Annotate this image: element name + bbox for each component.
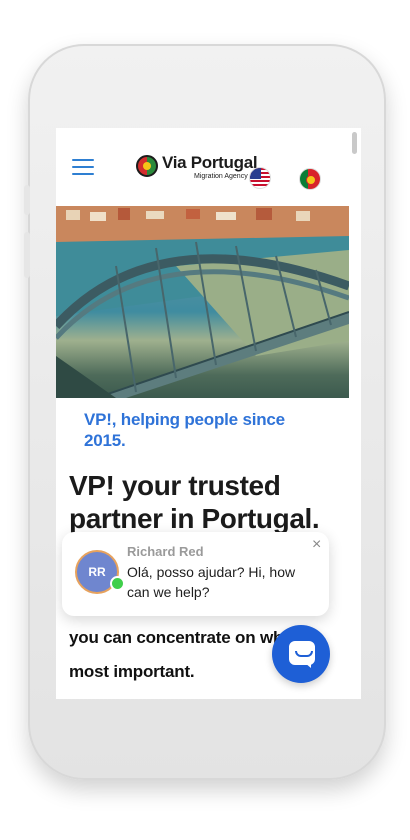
- page-heading: VP! your trusted partner in Portugal.: [69, 470, 320, 534]
- phone-side-button: [24, 185, 30, 215]
- flag-us-icon[interactable]: [249, 167, 271, 189]
- chat-message: Olá, posso ajudar? Hi, how can we help?: [127, 564, 296, 600]
- hamburger-icon[interactable]: [72, 159, 94, 175]
- logo-name: Via Portugal: [162, 153, 258, 172]
- bridge-photo: [56, 206, 349, 398]
- chat-bubble-icon: [289, 641, 315, 668]
- chat-popup[interactable]: RR Richard Red Olá, posso ajudar? Hi, ho…: [62, 532, 329, 616]
- scrollbar[interactable]: [352, 132, 357, 154]
- logo-subtitle: Migration Agency: [194, 173, 248, 180]
- close-icon[interactable]: ×: [312, 536, 321, 554]
- hero-image: [56, 206, 349, 398]
- chat-launcher-button[interactable]: [272, 625, 330, 683]
- agent-name: Richard Red: [127, 544, 204, 559]
- flag-pt-icon[interactable]: [299, 168, 321, 190]
- logo-emblem-icon: [136, 155, 158, 177]
- phone-side-button: [24, 232, 30, 278]
- phone-screen: Via Portugal Migration Agency VP!, helpi…: [56, 128, 361, 699]
- online-status-icon: [110, 576, 125, 591]
- tagline: VP!, helping people since 2015.: [84, 410, 285, 450]
